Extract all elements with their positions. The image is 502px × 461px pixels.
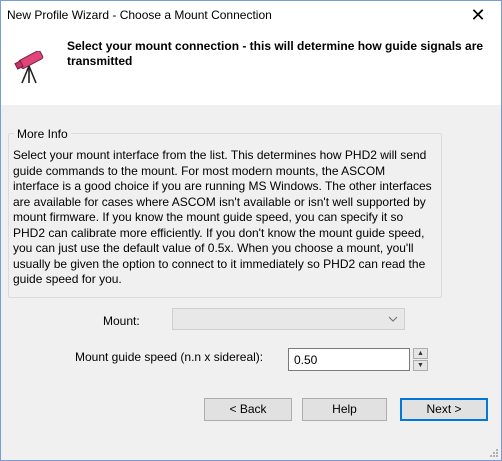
page-heading: Select your mount connection - this will… bbox=[67, 39, 484, 68]
spin-down-icon[interactable]: ▼ bbox=[413, 360, 428, 371]
close-icon[interactable]: ✕ bbox=[455, 1, 501, 31]
mount-dropdown[interactable] bbox=[172, 308, 405, 330]
guide-speed-input[interactable]: 0.50 bbox=[288, 348, 410, 371]
guide-speed-label: Mount guide speed (n.n x sidereal): bbox=[75, 350, 264, 364]
more-info-title: More Info bbox=[14, 127, 71, 141]
telescope-icon bbox=[14, 51, 44, 84]
mount-label: Mount: bbox=[103, 314, 140, 328]
title-bar: New Profile Wizard - Choose a Mount Conn… bbox=[1, 1, 501, 31]
spin-up-icon[interactable]: ▲ bbox=[413, 348, 428, 359]
next-button[interactable]: Next > bbox=[400, 398, 488, 421]
resize-grip-icon[interactable] bbox=[489, 448, 499, 458]
help-button[interactable]: Help bbox=[302, 398, 387, 421]
chevron-down-icon bbox=[388, 311, 398, 330]
guide-speed-spinner: ▲ ▼ bbox=[413, 348, 428, 371]
more-info-text: Select your mount interface from the lis… bbox=[13, 148, 432, 286]
wizard-window: New Profile Wizard - Choose a Mount Conn… bbox=[0, 0, 502, 461]
back-button[interactable]: < Back bbox=[204, 398, 292, 421]
window-title: New Profile Wizard - Choose a Mount Conn… bbox=[7, 8, 272, 22]
